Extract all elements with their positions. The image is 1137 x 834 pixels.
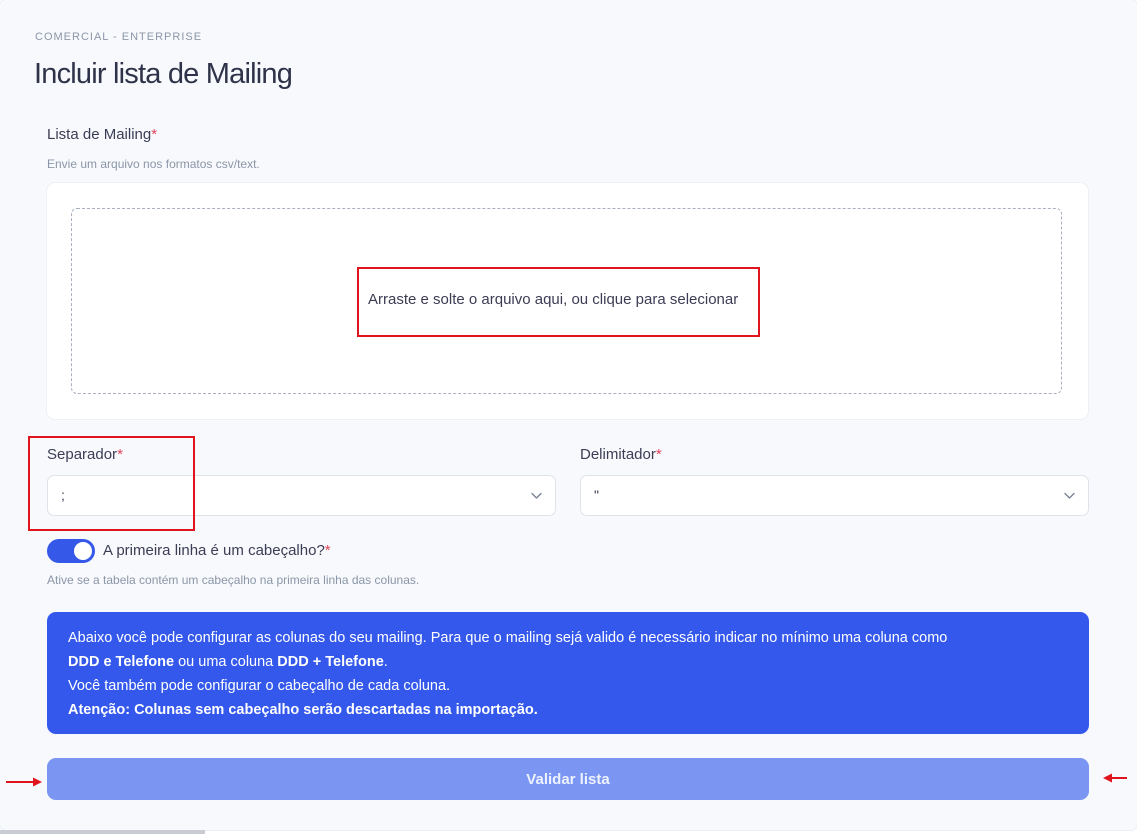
- info-line-4: Atenção: Colunas sem cabeçalho serão des…: [68, 698, 1068, 722]
- chevron-down-icon: [1064, 492, 1075, 499]
- separator-label-text: Separador: [47, 446, 118, 463]
- required-mark: *: [151, 126, 158, 143]
- info-line-2-end: .: [383, 654, 388, 670]
- required-mark: *: [324, 542, 331, 559]
- delimiter-value: ": [594, 487, 599, 503]
- info-bold-ddd-plus-telefone: DDD + Telefone: [277, 654, 384, 670]
- header-toggle-label: A primeira linha é um cabeçalho?*: [103, 542, 331, 559]
- separator-value: ;: [61, 487, 65, 503]
- info-bold-ddd-telefone: DDD e Telefone: [68, 654, 175, 670]
- separator-label: Separador*: [47, 446, 123, 463]
- toggle-knob: [74, 542, 92, 560]
- required-mark: *: [655, 446, 662, 463]
- validate-list-button[interactable]: Validar lista: [47, 758, 1089, 800]
- page-title: Incluir lista de Mailing: [34, 58, 293, 90]
- info-warning: Atenção: Colunas sem cabeçalho serão des…: [68, 702, 538, 718]
- header-toggle[interactable]: [47, 539, 95, 563]
- info-line-1: Abaixo você pode configurar as colunas d…: [68, 630, 948, 646]
- upload-card: Arraste e solte o arquivo aqui, ou cliqu…: [47, 183, 1088, 419]
- chevron-down-icon: [531, 492, 542, 499]
- window-shadow: [0, 830, 205, 834]
- info-alert: Abaixo você pode configurar as colunas d…: [47, 612, 1089, 734]
- header-toggle-hint: Ative se a tabela contém um cabeçalho na…: [47, 573, 420, 587]
- breadcrumb: COMERCIAL - ENTERPRISE: [35, 31, 203, 43]
- dropzone-text: Arraste e solte o arquivo aqui, ou cliqu…: [368, 291, 739, 308]
- delimiter-select[interactable]: ": [580, 475, 1089, 516]
- file-dropzone[interactable]: Arraste e solte o arquivo aqui, ou cliqu…: [71, 208, 1062, 394]
- info-line-2: DDD e Telefone ou uma coluna DDD + Telef…: [68, 650, 1068, 674]
- delimiter-label-text: Delimitador: [580, 446, 656, 463]
- mailing-label-text: Lista de Mailing: [47, 126, 152, 143]
- delimiter-label: Delimitador*: [580, 446, 662, 463]
- info-line-3: Você também pode configurar o cabeçalho …: [68, 678, 451, 694]
- mailing-label: Lista de Mailing*: [47, 126, 157, 143]
- header-toggle-label-text: A primeira linha é um cabeçalho?: [103, 542, 325, 559]
- required-mark: *: [117, 446, 123, 463]
- page-container: COMERCIAL - ENTERPRISE Incluir lista de …: [0, 0, 1137, 830]
- separator-select[interactable]: ;: [47, 475, 556, 516]
- info-line-2-text: ou uma coluna: [174, 654, 278, 670]
- mailing-hint: Envie um arquivo nos formatos csv/text.: [47, 157, 260, 171]
